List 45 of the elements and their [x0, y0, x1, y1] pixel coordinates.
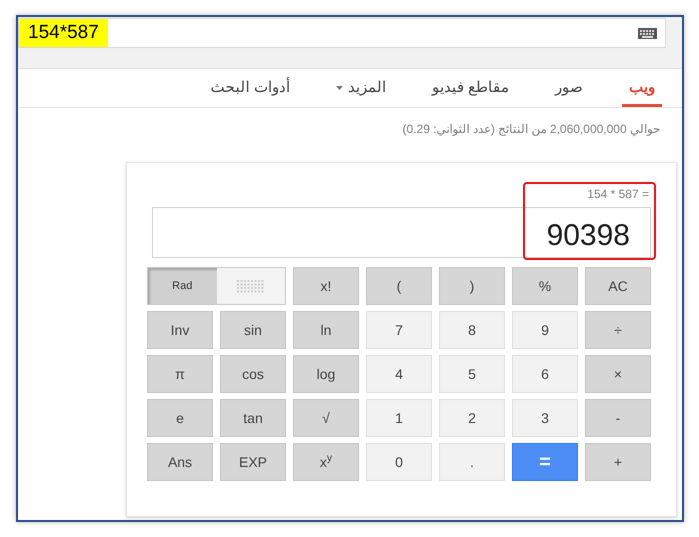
calculator-key[interactable]: 6 [512, 355, 578, 393]
search-tab[interactable]: صور [548, 72, 590, 107]
calculator-key[interactable]: . [439, 443, 505, 481]
calculator-expression: 154 * 587 = [586, 186, 650, 203]
calculator-key[interactable]: Inv [147, 311, 213, 349]
calculator-key[interactable]: x! [293, 267, 359, 305]
dots-icon [237, 280, 264, 292]
calculator-key[interactable]: AC [585, 267, 651, 305]
calculator-key[interactable]: % [512, 267, 578, 305]
search-tab[interactable]: المزيد [328, 72, 393, 107]
calculator-key[interactable]: π [147, 355, 213, 393]
calculator-key[interactable]: cos [220, 355, 286, 393]
calculator-key[interactable]: ln [293, 311, 359, 349]
calculator-key[interactable]: x$^{y}$ [293, 443, 359, 481]
result-stats: حوالي 2,060,000,000 من النتائج (عدد الثواني: 0.29) [402, 121, 661, 138]
calculator-key[interactable]: EXP [220, 443, 286, 481]
calculator-key[interactable]: ( [366, 267, 432, 305]
calculator-key[interactable]: 8 [439, 311, 505, 349]
calculator-key[interactable]: ) [439, 267, 505, 305]
calculator-key[interactable]: × [585, 355, 651, 393]
search-tab[interactable]: مقاطع فيديو [424, 72, 516, 107]
calculator-key[interactable]: - [585, 399, 651, 437]
search-tab[interactable]: ويب [622, 72, 662, 107]
calculator-key[interactable]: log [293, 355, 359, 393]
calculator-key[interactable]: sin [220, 311, 286, 349]
calculator-key[interactable]: 1 [366, 399, 432, 437]
calculator-key[interactable]: 4 [366, 355, 432, 393]
keyboard-icon[interactable] [638, 28, 657, 38]
calculator-key[interactable]: 2 [439, 399, 505, 437]
calculator-key[interactable]: + [585, 443, 651, 481]
calculator-result: 90398 [546, 218, 630, 250]
calculator-key[interactable]: tan [220, 399, 286, 437]
search-query: 154*587 [19, 19, 108, 47]
search-field[interactable]: 154*587 [18, 18, 666, 48]
rad-toggle[interactable]: Rad [148, 268, 216, 304]
calculator-key[interactable]: e [147, 399, 213, 437]
calculator-key[interactable]: 5 [439, 355, 505, 393]
calculator-key[interactable]: 3 [512, 399, 578, 437]
calculator-key[interactable]: 7 [366, 311, 432, 349]
search-tab[interactable]: أدوات البحث [204, 72, 297, 107]
calculator-key[interactable]: Ans [147, 443, 213, 481]
calculator-key[interactable]: √ [293, 399, 359, 437]
calculator-key[interactable]: ÷ [585, 311, 651, 349]
calculator-key[interactable]: 0 [366, 443, 432, 481]
calculator-key[interactable]: 9 [512, 311, 578, 349]
